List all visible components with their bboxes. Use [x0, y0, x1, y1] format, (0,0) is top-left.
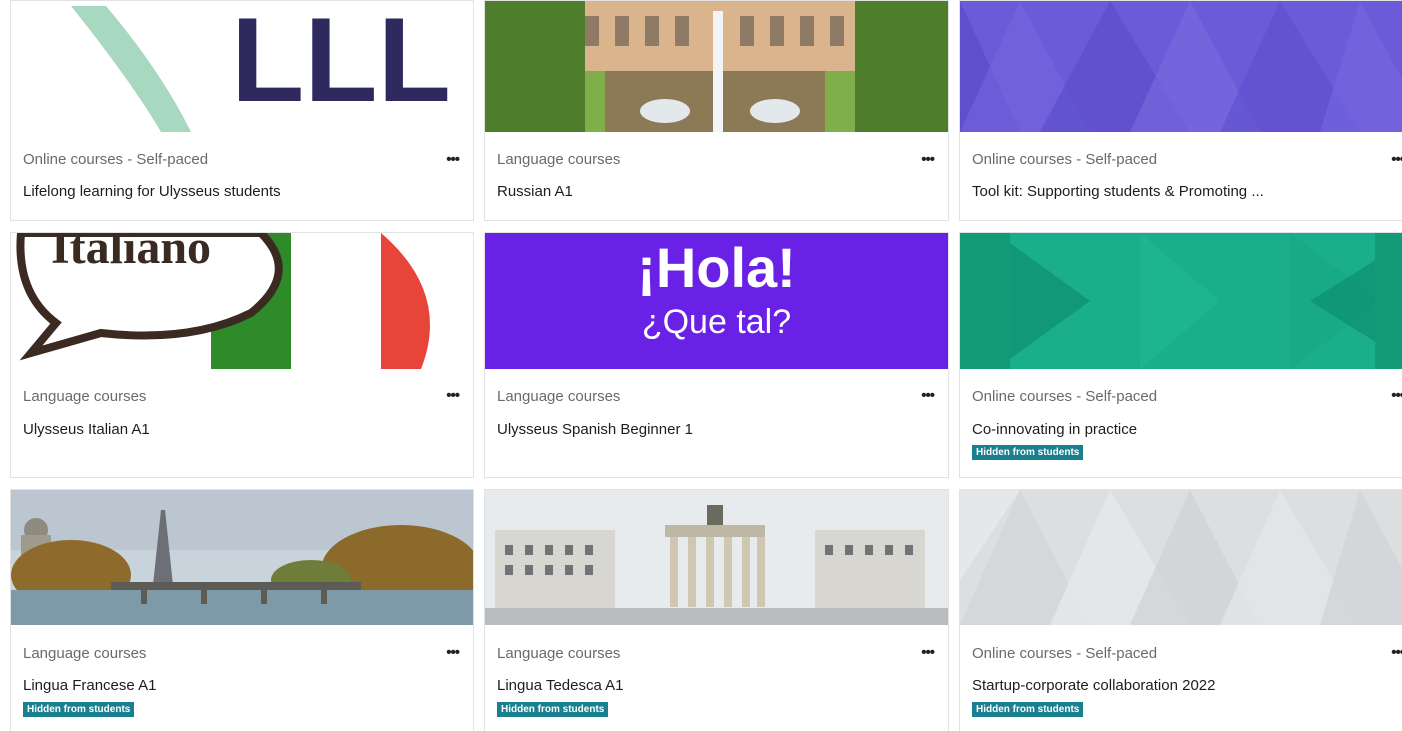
lll-logo: LLL	[71, 1, 451, 132]
course-category: Language courses	[23, 645, 147, 662]
course-category: Language courses	[23, 388, 147, 405]
course-category: Language courses	[497, 388, 621, 405]
course-menu-icon[interactable]: •••	[1391, 388, 1402, 403]
palace-fountain-image	[485, 1, 948, 132]
purple-pattern	[960, 1, 1402, 132]
grey-pattern	[960, 490, 1402, 625]
brandenburg-gate-image	[485, 490, 948, 625]
course-card[interactable]: Online courses - Self-paced Co-innovatin…	[959, 232, 1402, 478]
course-image-russian[interactable]	[485, 1, 948, 132]
green-pattern	[960, 233, 1402, 369]
hidden-badge: Hidden from students	[972, 445, 1084, 460]
paris-seine-image	[11, 490, 473, 625]
course-menu-icon[interactable]: •••	[1391, 645, 1402, 660]
course-menu-icon[interactable]: •••	[921, 388, 935, 403]
lll-logo-text: LLL	[231, 1, 451, 127]
course-name[interactable]: Tool kit: Supporting students & Promotin…	[972, 183, 1264, 200]
course-name[interactable]: Lingua Francese A1	[23, 677, 156, 694]
course-menu-icon[interactable]: •••	[446, 645, 460, 660]
course-image-spanish[interactable]: ¡Hola! ¿Que tal?	[485, 233, 948, 369]
hidden-badge: Hidden from students	[23, 702, 135, 717]
course-image-pattern-green[interactable]	[960, 233, 1402, 369]
hola-text: ¡Hola!	[637, 236, 796, 299]
course-category: Language courses	[497, 151, 621, 168]
course-menu-icon[interactable]: •••	[446, 388, 460, 403]
course-category: Online courses - Self-paced	[972, 388, 1158, 405]
course-name[interactable]: Lingua Tedesca A1	[497, 677, 624, 694]
course-name[interactable]: Ulysseus Italian A1	[23, 421, 150, 438]
italian-speech-bubble-image: Italiano	[16, 233, 430, 369]
course-category: Online courses - Self-paced	[972, 645, 1158, 662]
course-card[interactable]: Language courses Lingua Tedesca A1 Hidde…	[484, 489, 949, 731]
course-image-lll[interactable]: LLL	[11, 1, 473, 132]
course-card[interactable]: LLL Online courses - Self-paced Lifelong…	[10, 0, 474, 221]
course-card[interactable]: Language courses Lingua Francese A1 Hidd…	[10, 489, 474, 731]
course-image-berlin[interactable]	[485, 490, 948, 625]
course-card[interactable]: ¡Hola! ¿Que tal? Language courses Ulysse…	[484, 232, 949, 478]
course-image-pattern-purple[interactable]	[960, 1, 1402, 132]
course-category: Online courses - Self-paced	[972, 151, 1158, 168]
course-menu-icon[interactable]: •••	[446, 152, 460, 167]
course-image-paris[interactable]	[11, 490, 473, 625]
course-menu-icon[interactable]: •••	[921, 645, 935, 660]
hidden-badge: Hidden from students	[972, 702, 1084, 717]
hidden-badge: Hidden from students	[497, 702, 609, 717]
course-card[interactable]: Language courses Russian A1 •••	[484, 0, 949, 221]
course-name[interactable]: Startup-corporate collaboration 2022	[972, 677, 1216, 694]
course-menu-icon[interactable]: •••	[1391, 152, 1402, 167]
course-category: Online courses - Self-paced	[23, 151, 209, 168]
course-menu-icon[interactable]: •••	[921, 152, 935, 167]
course-name[interactable]: Co-innovating in practice	[972, 421, 1137, 438]
italiano-text: Italiano	[51, 233, 211, 274]
course-name[interactable]: Ulysseus Spanish Beginner 1	[497, 421, 693, 438]
que-tal-text: ¿Que tal?	[641, 303, 792, 341]
course-name[interactable]: Lifelong learning for Ulysseus students	[23, 183, 281, 200]
course-image-italian[interactable]: Italiano	[11, 233, 473, 369]
course-name[interactable]: Russian A1	[497, 183, 573, 200]
course-category: Language courses	[497, 645, 621, 662]
course-card[interactable]: Italiano Language courses Ulysseus Itali…	[10, 232, 474, 478]
course-card[interactable]: Online courses - Self-paced Tool kit: Su…	[959, 0, 1402, 221]
course-image-pattern-grey[interactable]	[960, 490, 1402, 625]
course-card[interactable]: Online courses - Self-paced Startup-corp…	[959, 489, 1402, 731]
